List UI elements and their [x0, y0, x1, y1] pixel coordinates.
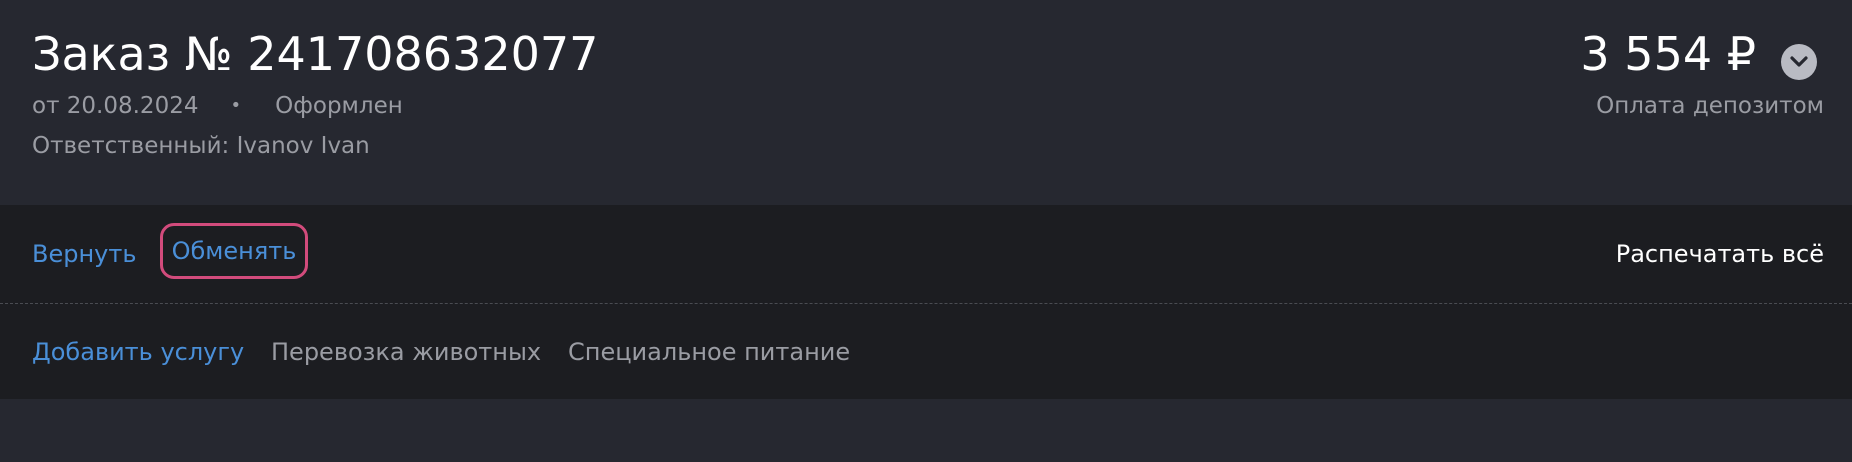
order-title: Заказ № 241708632077 [32, 27, 599, 81]
payment-method: Оплата депозитом [1596, 93, 1824, 119]
service-item-special-meal[interactable]: Специальное питание [568, 336, 850, 368]
print-all-button[interactable]: Распечатать всё [1616, 238, 1824, 270]
order-header: Заказ № 241708632077 от 20.08.2024 • Офо… [0, 0, 1852, 205]
meta-separator: • [230, 95, 242, 116]
return-button[interactable]: Вернуть [32, 238, 136, 270]
order-date: от 20.08.2024 [32, 93, 199, 119]
expand-button[interactable] [1781, 44, 1817, 80]
services-bar: Добавить услугу Перевозка животных Специ… [0, 304, 1852, 399]
service-item-pet-transport[interactable]: Перевозка животных [271, 336, 541, 368]
add-service-button[interactable]: Добавить услугу [32, 336, 244, 368]
exchange-button[interactable]: Обменять [160, 223, 308, 279]
order-price: 3 554 ₽ [1580, 27, 1756, 81]
order-meta: от 20.08.2024 • Оформлен [32, 90, 403, 122]
exchange-button-label: Обменять [171, 237, 297, 265]
order-status: Оформлен [275, 93, 403, 119]
order-responsible: Ответственный: Ivanov Ivan [32, 133, 370, 159]
content-area [0, 399, 1852, 462]
chevron-down-icon [1790, 56, 1808, 67]
order-actions-bar: Вернуть Обменять Распечатать всё [0, 205, 1852, 304]
